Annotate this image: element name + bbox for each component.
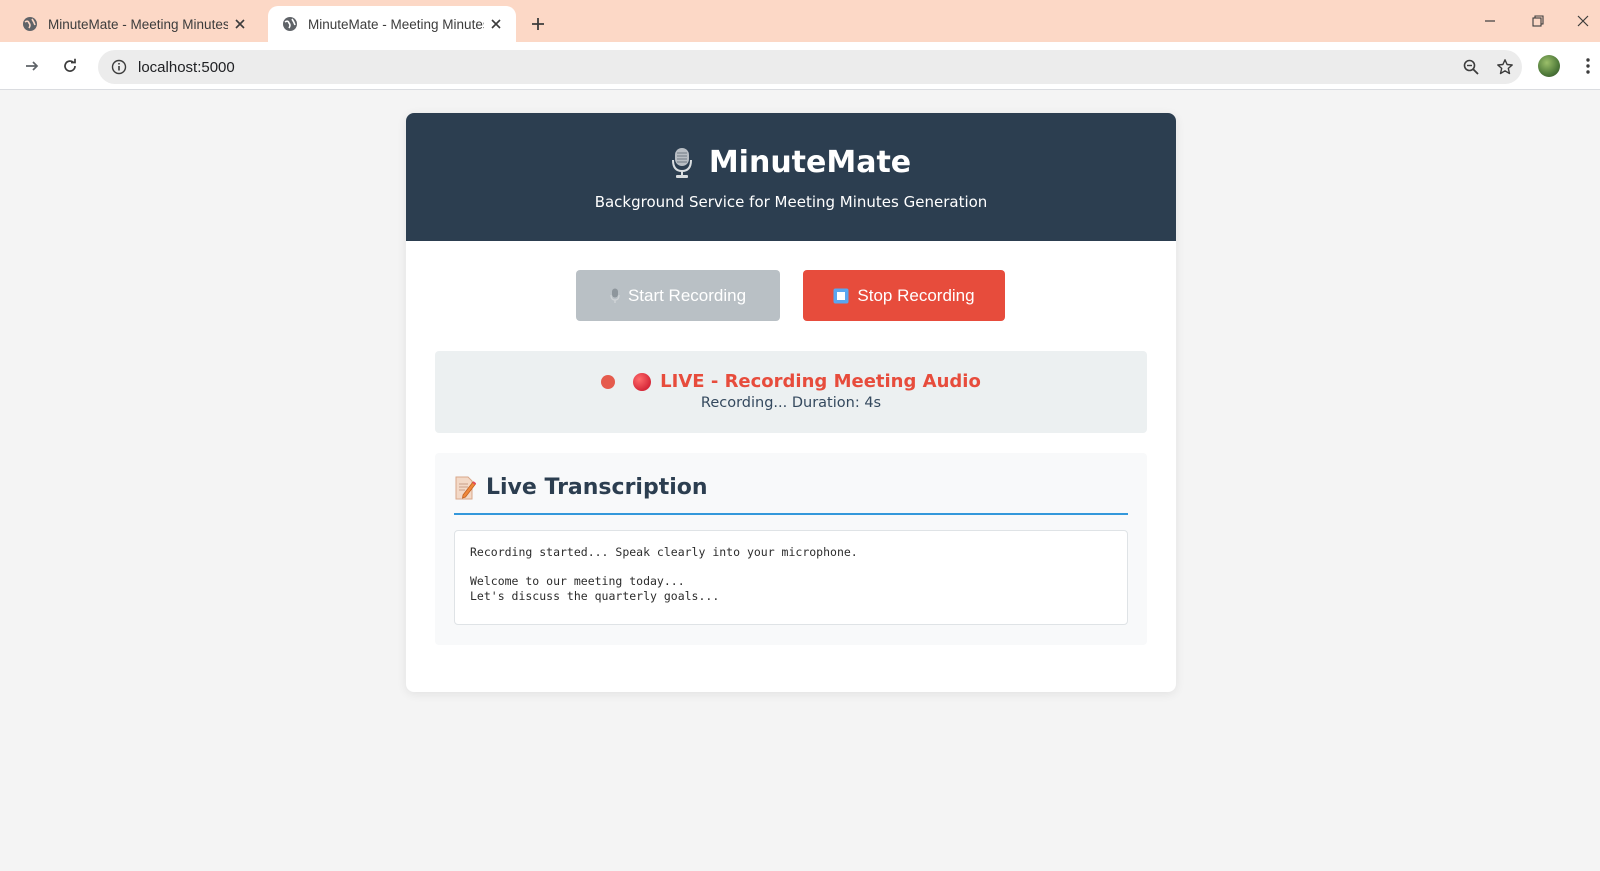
app-title: MinuteMate — [708, 145, 912, 180]
app-card: MinuteMate Background Service for Meetin… — [406, 113, 1176, 692]
stop-square-icon — [833, 288, 849, 304]
memo-icon — [454, 476, 476, 500]
microphone-icon — [671, 147, 693, 179]
live-indicator: LIVE - Recording Meeting Audio — [435, 371, 1147, 392]
recording-duration: Recording... Duration: 4s — [700, 395, 882, 411]
address-bar[interactable]: localhost:5000 — [98, 50, 1522, 84]
transcription-box: Recording started... Speak clearly into … — [454, 530, 1128, 625]
start-recording-label: Start Recording — [627, 285, 747, 305]
url-text[interactable]: localhost:5000 — [138, 59, 1454, 76]
globe-icon — [22, 16, 38, 32]
profile-avatar[interactable] — [1538, 55, 1560, 77]
heading-divider — [454, 513, 1128, 515]
forward-icon[interactable] — [18, 52, 46, 80]
stop-recording-label: Stop Recording — [857, 285, 975, 305]
restore-icon[interactable] — [1518, 6, 1558, 36]
transcription-text: Recording started... Speak clearly into … — [470, 545, 858, 603]
new-tab-button[interactable] — [524, 10, 552, 38]
more-menu-icon[interactable] — [1578, 52, 1598, 80]
stop-recording-button[interactable]: Stop Recording — [803, 270, 1005, 321]
browser-tab-2[interactable]: MinuteMate - Meeting Minutes — [268, 6, 516, 42]
microphone-icon — [610, 288, 620, 304]
tab-strip: MinuteMate - Meeting Minutes MinuteMate … — [0, 0, 1600, 42]
transcription-section: Live Transcription Recording started... … — [435, 453, 1147, 645]
app-title-row: MinuteMate — [406, 145, 1176, 180]
minimize-icon[interactable] — [1470, 6, 1510, 36]
red-circle-icon — [633, 372, 652, 391]
transcription-heading: Live Transcription — [486, 475, 708, 500]
recording-status-panel: LIVE - Recording Meeting Audio Recording… — [435, 351, 1147, 433]
pulse-dot-icon — [601, 374, 616, 389]
window-close-icon[interactable] — [1566, 6, 1600, 36]
app-subtitle: Background Service for Meeting Minutes G… — [594, 193, 988, 211]
tab-title: MinuteMate - Meeting Minutes — [308, 16, 484, 32]
zoom-icon[interactable] — [1454, 50, 1488, 84]
browser-toolbar: localhost:5000 — [0, 42, 1600, 90]
close-icon[interactable] — [484, 12, 508, 36]
tab-title: MinuteMate - Meeting Minutes — [48, 16, 228, 32]
browser-tab-1[interactable]: MinuteMate - Meeting Minutes — [8, 6, 260, 42]
live-status-text: LIVE - Recording Meeting Audio — [660, 371, 981, 392]
close-icon[interactable] — [228, 12, 252, 36]
transcription-heading-row: Live Transcription — [454, 475, 708, 500]
globe-icon — [282, 16, 298, 32]
app-header: MinuteMate Background Service for Meetin… — [406, 113, 1176, 241]
reload-icon[interactable] — [56, 52, 84, 80]
info-icon[interactable] — [102, 50, 136, 84]
bookmark-star-icon[interactable] — [1488, 50, 1522, 84]
start-recording-button[interactable]: Start Recording — [576, 270, 780, 321]
